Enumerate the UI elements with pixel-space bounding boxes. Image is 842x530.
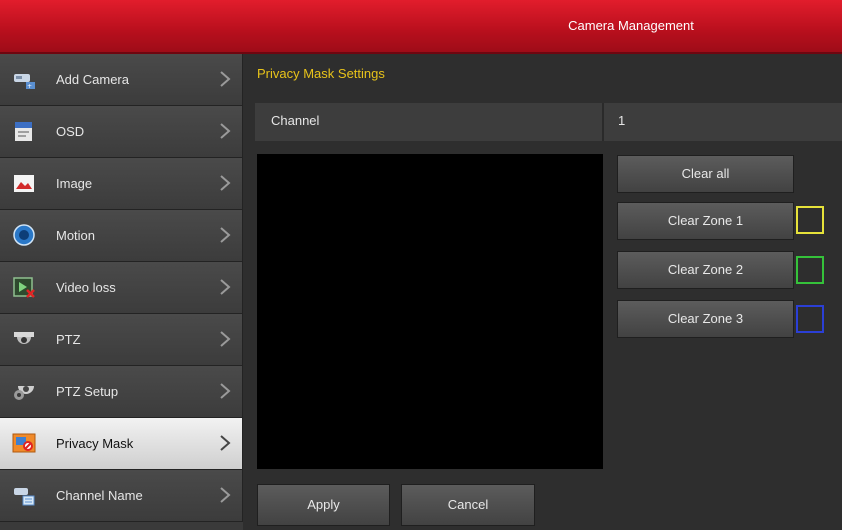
sidebar-item-image[interactable]: Image xyxy=(0,158,243,210)
title-bar: Camera Management xyxy=(0,0,842,54)
cancel-button[interactable]: Cancel xyxy=(401,484,535,526)
sidebar: + Add Camera OSD Image Motion Video loss xyxy=(0,54,243,530)
chevron-right-icon xyxy=(220,175,231,191)
svg-text:+: + xyxy=(27,83,32,90)
sidebar-item-label: Video loss xyxy=(56,280,116,295)
chevron-right-icon xyxy=(220,331,231,347)
video-preview[interactable] xyxy=(257,154,603,469)
chevron-right-icon xyxy=(220,279,231,295)
sidebar-item-ptz-setup[interactable]: PTZ Setup xyxy=(0,366,243,418)
channel-name-icon xyxy=(14,488,35,506)
clear-all-button[interactable]: Clear all xyxy=(617,155,794,193)
clear-zone-1-button[interactable]: Clear Zone 1 xyxy=(617,202,794,240)
chevron-right-icon xyxy=(220,487,231,503)
camera-add-icon: + xyxy=(14,74,35,90)
privacy-mask-icon xyxy=(12,433,36,453)
sidebar-item-privacy-mask[interactable]: Privacy Mask xyxy=(0,418,243,470)
chevron-right-icon xyxy=(220,123,231,139)
sidebar-item-osd[interactable]: OSD xyxy=(0,106,243,158)
sidebar-item-add-camera[interactable]: + Add Camera xyxy=(0,54,243,106)
zone-2-color-swatch xyxy=(796,256,824,284)
ptz-setup-icon xyxy=(14,386,34,400)
sidebar-item-label: Image xyxy=(56,176,93,191)
chevron-right-icon xyxy=(220,383,231,399)
section-title: Privacy Mask Settings xyxy=(257,66,385,81)
channel-select[interactable]: 1 xyxy=(602,103,842,141)
sidebar-item-ptz[interactable]: PTZ xyxy=(0,314,243,366)
apply-button[interactable]: Apply xyxy=(257,484,390,526)
ptz-icon xyxy=(14,332,34,344)
chevron-right-icon xyxy=(220,71,231,87)
chevron-right-icon xyxy=(220,227,231,243)
clear-zone-2-button[interactable]: Clear Zone 2 xyxy=(617,251,794,289)
window-title: Camera Management xyxy=(568,18,694,33)
sidebar-item-label: OSD xyxy=(56,124,85,139)
sidebar-item-label: Add Camera xyxy=(56,72,129,87)
zone-1-color-swatch xyxy=(796,206,824,234)
zone-3-color-swatch xyxy=(796,305,824,333)
image-icon xyxy=(14,175,34,192)
channel-row: Channel 1 xyxy=(255,103,842,141)
sidebar-item-label: PTZ Setup xyxy=(56,384,119,399)
sidebar-item-label: Privacy Mask xyxy=(56,436,134,451)
motion-icon xyxy=(13,224,35,246)
sidebar-item-video-loss[interactable]: Video loss xyxy=(0,262,243,314)
chevron-right-icon xyxy=(220,435,231,451)
sidebar-item-label: Channel Name xyxy=(56,488,143,503)
channel-label: Channel xyxy=(271,113,320,128)
main-panel: Privacy Mask Settings Channel 1 Clear al… xyxy=(243,54,842,530)
video-loss-icon xyxy=(13,277,35,298)
clear-zone-3-button[interactable]: Clear Zone 3 xyxy=(617,300,794,338)
sidebar-item-label: PTZ xyxy=(56,332,81,347)
sidebar-item-label: Motion xyxy=(56,228,96,243)
sidebar-item-channel-name[interactable]: Channel Name xyxy=(0,470,243,522)
osd-icon xyxy=(15,122,32,141)
sidebar-item-motion[interactable]: Motion xyxy=(0,210,243,262)
